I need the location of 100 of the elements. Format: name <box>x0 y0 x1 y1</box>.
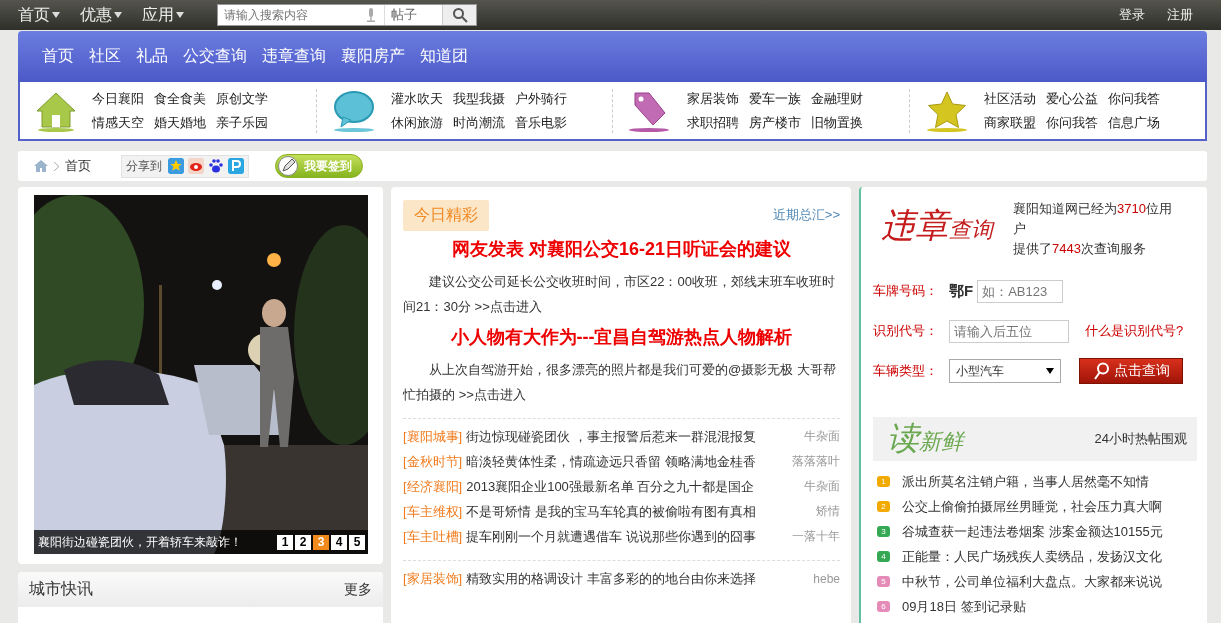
category-link[interactable]: 商家联盟 <box>983 113 1036 132</box>
plate-field[interactable]: 如：AB123 <box>977 279 1064 303</box>
category-link[interactable]: 信息广场 <box>1107 113 1160 132</box>
vehicle-type-select[interactable]: 小型汽车 <box>949 359 1061 383</box>
page-button[interactable]: 4 <box>331 534 347 550</box>
news-link[interactable]: 暗淡轻黄体性柔，情疏迹远只香留 领略满地金桂香 <box>466 452 756 471</box>
category-link[interactable]: 食全食美 <box>154 89 206 108</box>
hot-post-link[interactable]: 正能量：人民广场残疾人卖绣品，发扬汉文化 <box>902 547 1162 566</box>
category-link[interactable]: 时尚潮流 <box>452 113 505 132</box>
breadcrumb-link[interactable]: 首页 <box>65 157 91 175</box>
caret-icon <box>1046 368 1054 374</box>
category-link[interactable]: 你问我答 <box>1107 89 1160 108</box>
nav-link[interactable]: 礼品 <box>136 46 168 67</box>
more-link[interactable]: 近期总汇>> <box>772 206 840 224</box>
search-icon <box>451 7 468 23</box>
category-link[interactable]: 社区活动 <box>983 89 1036 108</box>
category-link[interactable]: 亲子乐园 <box>216 113 268 132</box>
read-more-link[interactable]: >>点击进入 <box>474 299 542 314</box>
rank-badge: 6 <box>877 601 890 612</box>
nav-link[interactable]: 公交查询 <box>183 46 247 67</box>
eye-share-icon[interactable] <box>188 158 204 174</box>
pencil-icon <box>278 156 298 176</box>
rank-badge: 2 <box>877 501 890 512</box>
more-link[interactable]: 更多 <box>344 580 372 599</box>
story-summary: 从上次自驾游开始，很多漂亮的照片都是我们可爱的@摄影无极 大哥帮忙拍摄的 >>点击进入 <box>403 361 837 404</box>
read-more-link[interactable]: >>点击进入 <box>458 387 526 402</box>
category-link[interactable]: 情感天空 <box>92 113 144 132</box>
page-button[interactable]: 5 <box>349 534 365 550</box>
query-button[interactable]: 点击查询 <box>1079 358 1183 384</box>
category-link[interactable]: 户外骑行 <box>514 89 567 108</box>
help-link[interactable]: 什么是识别代号? <box>1085 322 1184 340</box>
chevron-icon <box>54 161 59 171</box>
nav-link[interactable]: 襄阳房产 <box>341 46 405 67</box>
category-link[interactable]: 爱心公益 <box>1045 89 1098 108</box>
category-link[interactable]: 灌水吹天 <box>390 89 443 108</box>
rank-badge: 5 <box>877 576 890 587</box>
caret-icon <box>52 12 60 18</box>
category-link[interactable]: 音乐电影 <box>514 113 567 132</box>
news-link[interactable]: 2013襄阳企业100强最新名单 百分之九十都是国企 <box>466 477 755 496</box>
category-link[interactable]: 求职招聘 <box>687 113 739 132</box>
nav-link[interactable]: 社区 <box>89 46 121 67</box>
hot-post-link[interactable]: 公交上偷偷拍摄屌丝男睡觉，社会压力真大啊 <box>902 497 1162 516</box>
category-link[interactable]: 家居装饰 <box>687 89 739 108</box>
caret-icon <box>176 12 184 18</box>
section-title: 城市快讯 <box>29 579 93 599</box>
plate-prefix: 鄂F <box>949 281 974 301</box>
author-name: 落落落叶 <box>792 453 840 470</box>
category-link[interactable]: 我型我摄 <box>452 89 505 108</box>
nav-menu[interactable]: 首页 <box>18 4 60 26</box>
hot-subtitle: 24小时热帖围观 <box>1094 430 1187 448</box>
author-name: 一落十年 <box>792 528 840 545</box>
share-label: 分享到 <box>126 157 162 175</box>
category-link[interactable]: 休闲旅游 <box>390 113 443 132</box>
category-link[interactable]: 房产楼市 <box>749 113 801 132</box>
rank-badge: 4 <box>877 551 890 562</box>
caret-icon <box>114 12 122 18</box>
news-link[interactable]: 精致实用的格调设计 丰富多彩的的地台由你来选择 <box>466 569 756 588</box>
author-name: 牛杂面 <box>804 478 840 495</box>
page-button[interactable]: 1 <box>277 534 293 550</box>
author-name: hebe <box>813 571 840 586</box>
author-name: 牛杂面 <box>804 428 840 445</box>
news-link[interactable]: 不是哥矫情 是我的宝马车轮真的被偷啦有图有真相 <box>466 502 756 521</box>
rank-badge: 1 <box>877 476 890 487</box>
story-summary: 建议公交公司延长公交收班时间，市区22：00收班，郊线末班车收班时间21：30分 >>点击进入 <box>403 273 836 316</box>
category-link[interactable]: 婚天婚地 <box>154 113 206 132</box>
account-link[interactable]: 登录 <box>1119 6 1145 24</box>
violation-logo: 违章查询 <box>881 205 993 246</box>
headline-link[interactable]: 网友发表 对襄阳公交16-21日听证会的建议 <box>403 237 840 261</box>
author-name: 矫情 <box>816 503 840 520</box>
field-label: 车辆类型： <box>873 362 939 380</box>
caption-text: 襄阳街边碰瓷团伙，开着轿车来敲诈！ <box>38 533 242 551</box>
category-link[interactable]: 旧物置换 <box>811 113 863 132</box>
star-share-icon[interactable] <box>168 158 184 174</box>
category-link[interactable]: 今日襄阳 <box>92 89 144 108</box>
category-link[interactable]: 爱车一族 <box>749 89 801 108</box>
nav-link[interactable]: 首页 <box>42 46 74 67</box>
category-link[interactable]: 金融理财 <box>811 89 863 108</box>
account-link[interactable]: 注册 <box>1167 6 1193 24</box>
page-button[interactable]: 2 <box>295 534 311 550</box>
nav-link[interactable]: 知道团 <box>420 46 468 67</box>
search-field[interactable]: 请输入搜索内容 帖子 <box>217 4 477 26</box>
hot-post-link[interactable]: 中秋节，公司单位福利大盘点。大家都来说说 <box>902 572 1162 591</box>
category-link[interactable]: 你问我答 <box>1045 113 1098 132</box>
nav-menu[interactable]: 应用 <box>142 4 184 26</box>
nav-link[interactable]: 违章查询 <box>262 46 326 67</box>
search-button[interactable] <box>442 5 476 25</box>
news-link[interactable]: 街边惊现碰瓷团伙 ，事主报警后惹来一群混混报复 <box>466 427 756 446</box>
home-icon[interactable] <box>34 160 48 172</box>
hot-post-link[interactable]: 派出所莫名注销户籍，当事人居然毫不知情 <box>902 472 1149 491</box>
paw-share-icon[interactable] <box>208 158 224 174</box>
code-field[interactable]: 请输入后五位 <box>949 319 1069 343</box>
search-icon <box>1094 362 1110 380</box>
nav-menu[interactable]: 优惠 <box>80 4 122 26</box>
headline-link[interactable]: 小人物有大作为---宜昌自驾游热点人物解析 <box>403 325 840 349</box>
hot-post-link[interactable]: 谷城查获一起违法卷烟案 涉案金额达10155元 <box>902 522 1163 541</box>
news-link[interactable]: 提车刚刚一个月就遭遇借车 说说那些你遇到的囧事 <box>466 527 756 546</box>
hot-post-link[interactable]: 09月18日 签到记录贴 <box>902 597 1026 616</box>
microphone-icon[interactable] <box>366 8 376 22</box>
category-link[interactable]: 原创文学 <box>216 89 268 108</box>
stats-text: 襄阳知道网已经为3710位用户 提供了7443次查询服务 <box>1013 200 1173 258</box>
